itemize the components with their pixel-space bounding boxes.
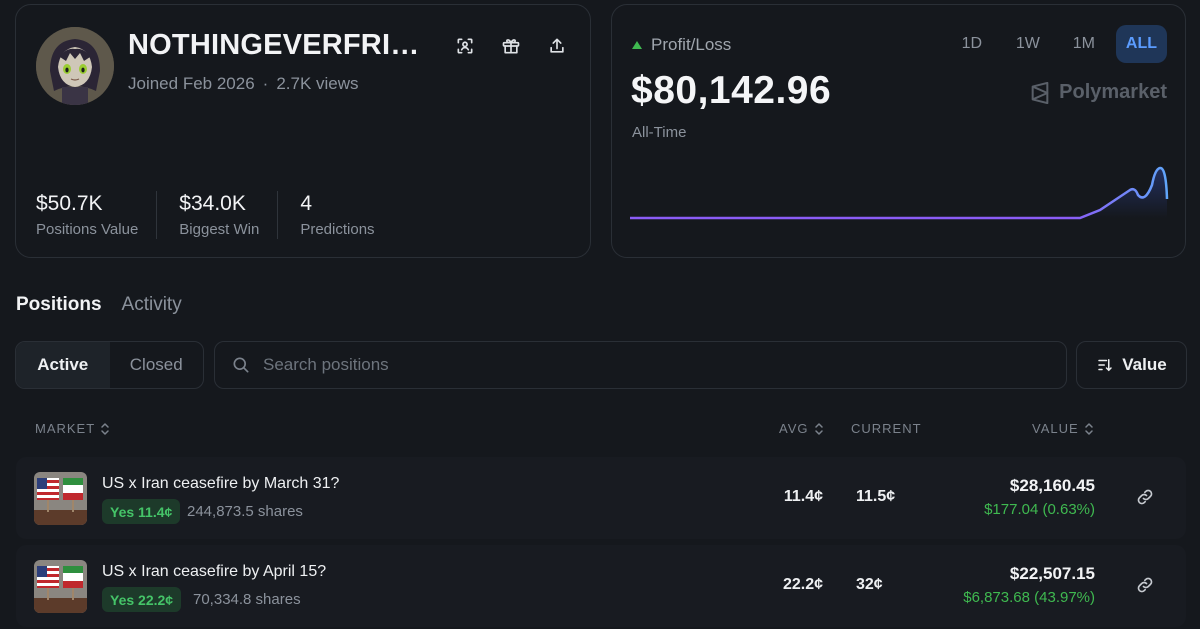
scan-button[interactable] bbox=[452, 33, 478, 59]
pnl-period: All-Time bbox=[632, 124, 687, 141]
share-link-button[interactable] bbox=[1136, 576, 1156, 596]
closed-filter-button[interactable]: Closed bbox=[110, 342, 204, 388]
profile-meta: Joined Feb 2026 · 2.7K views bbox=[128, 74, 359, 94]
search-icon bbox=[233, 357, 249, 373]
column-header-market[interactable]: MARKET bbox=[35, 421, 110, 436]
outcome-badge: Yes 11.4¢ bbox=[102, 499, 181, 524]
meta-separator: · bbox=[262, 74, 269, 93]
column-header-current: CURRENT bbox=[851, 421, 922, 436]
avg-price: 11.4¢ bbox=[783, 488, 823, 505]
stat-label: Predictions bbox=[300, 221, 375, 238]
outcome-badge: Yes 22.2¢ bbox=[102, 587, 182, 612]
profile-actions bbox=[452, 33, 570, 59]
profile-stats: $50.7K Positions Value $34.0K Biggest Wi… bbox=[36, 191, 415, 239]
range-1w-button[interactable]: 1W bbox=[1004, 25, 1052, 63]
link-icon bbox=[1137, 489, 1153, 505]
position-pnl: $6,873.68 (43.97%) bbox=[963, 589, 1095, 606]
market-thumbnail bbox=[34, 560, 87, 613]
sort-button[interactable]: Value bbox=[1076, 341, 1187, 389]
profile-card: NOTHINGEVERFRIC... Joined Feb 2026 · 2.7K … bbox=[15, 4, 591, 258]
pnl-sparkline bbox=[630, 166, 1169, 220]
position-value: $22,507.15 bbox=[1009, 564, 1095, 583]
polymarket-logo-icon bbox=[1031, 81, 1049, 104]
tab-positions[interactable]: Positions bbox=[16, 294, 102, 316]
current-price: 32¢ bbox=[856, 576, 883, 593]
column-header-value[interactable]: VALUE bbox=[1032, 421, 1094, 436]
stat-value: $34.0K bbox=[179, 192, 246, 215]
avatar[interactable] bbox=[36, 27, 114, 105]
sort-toggle-icon bbox=[814, 422, 823, 435]
range-1d-button[interactable]: 1D bbox=[948, 25, 996, 63]
position-pnl: $177.04 (0.63%) bbox=[984, 501, 1095, 518]
link-icon bbox=[1137, 577, 1153, 593]
position-value: $28,160.45 bbox=[1009, 476, 1095, 495]
range-selector: 1D 1W 1M ALL bbox=[948, 25, 1167, 63]
sort-label: Value bbox=[1122, 355, 1167, 374]
search-input[interactable] bbox=[263, 355, 1043, 375]
pnl-value: $80,142.96 bbox=[631, 69, 832, 112]
column-header-avg[interactable]: AVG bbox=[779, 421, 824, 436]
share-icon bbox=[550, 38, 564, 53]
stat-positions-value: $50.7K Positions Value bbox=[36, 191, 158, 239]
range-all-button[interactable]: ALL bbox=[1115, 25, 1167, 63]
column-header-label: AVG bbox=[779, 421, 809, 436]
search-box bbox=[214, 341, 1067, 389]
stat-value: 4 bbox=[300, 192, 313, 215]
triangle-up-icon bbox=[632, 41, 642, 49]
share-count: 244,873.5 shares bbox=[187, 503, 303, 520]
column-header-label: CURRENT bbox=[851, 421, 922, 436]
brand-name: Polymarket bbox=[1059, 81, 1167, 103]
share-button[interactable] bbox=[544, 33, 570, 59]
stat-value: $50.7K bbox=[36, 192, 103, 215]
stat-label: Positions Value bbox=[36, 221, 139, 238]
share-count: 70,334.8 shares bbox=[193, 591, 301, 608]
sort-icon bbox=[1098, 359, 1113, 372]
stat-label: Biggest Win bbox=[179, 221, 260, 238]
avg-price: 22.2¢ bbox=[782, 576, 823, 593]
flags-image bbox=[34, 560, 87, 613]
market-thumbnail bbox=[34, 472, 87, 525]
tab-bar: Positions Activity bbox=[16, 294, 182, 316]
stat-predictions: 4 Predictions bbox=[300, 191, 392, 239]
market-title[interactable]: US x Iran ceasefire by March 31? bbox=[102, 475, 339, 493]
sort-toggle-icon bbox=[1084, 422, 1093, 435]
active-filter-button[interactable]: Active bbox=[16, 342, 110, 388]
pnl-label-text: Profit/Loss bbox=[651, 35, 732, 54]
gift-icon bbox=[502, 39, 520, 54]
scan-icon bbox=[457, 38, 473, 54]
share-link-button[interactable] bbox=[1136, 488, 1156, 508]
column-header-label: MARKET bbox=[35, 421, 96, 436]
stat-biggest-win: $34.0K Biggest Win bbox=[179, 191, 279, 239]
range-1m-button[interactable]: 1M bbox=[1060, 25, 1108, 63]
market-title[interactable]: US x Iran ceasefire by April 15? bbox=[102, 563, 326, 581]
gift-button[interactable] bbox=[498, 33, 524, 59]
polymarket-brand: Polymarket bbox=[1029, 81, 1167, 104]
pnl-card: Profit/Loss 1D 1W 1M ALL $80,142.96 All-… bbox=[611, 4, 1186, 258]
flags-image bbox=[34, 472, 87, 525]
username: NOTHINGEVERFRIC... bbox=[128, 29, 428, 61]
current-price: 11.5¢ bbox=[856, 488, 896, 505]
avatar-image bbox=[36, 27, 114, 105]
status-toggle: Active Closed bbox=[15, 341, 204, 389]
table-row[interactable]: US x Iran ceasefire by March 31? Yes 11.… bbox=[16, 457, 1186, 539]
pnl-label: Profit/Loss bbox=[632, 35, 731, 55]
sort-toggle-icon bbox=[101, 422, 109, 435]
sparkline-line bbox=[630, 166, 1169, 220]
joined-date: Joined Feb 2026 bbox=[128, 74, 255, 93]
column-header-label: VALUE bbox=[1032, 421, 1079, 436]
view-count: 2.7K views bbox=[276, 74, 359, 93]
tab-activity[interactable]: Activity bbox=[122, 294, 182, 316]
table-row[interactable]: US x Iran ceasefire by April 15? Yes 22.… bbox=[16, 545, 1186, 627]
